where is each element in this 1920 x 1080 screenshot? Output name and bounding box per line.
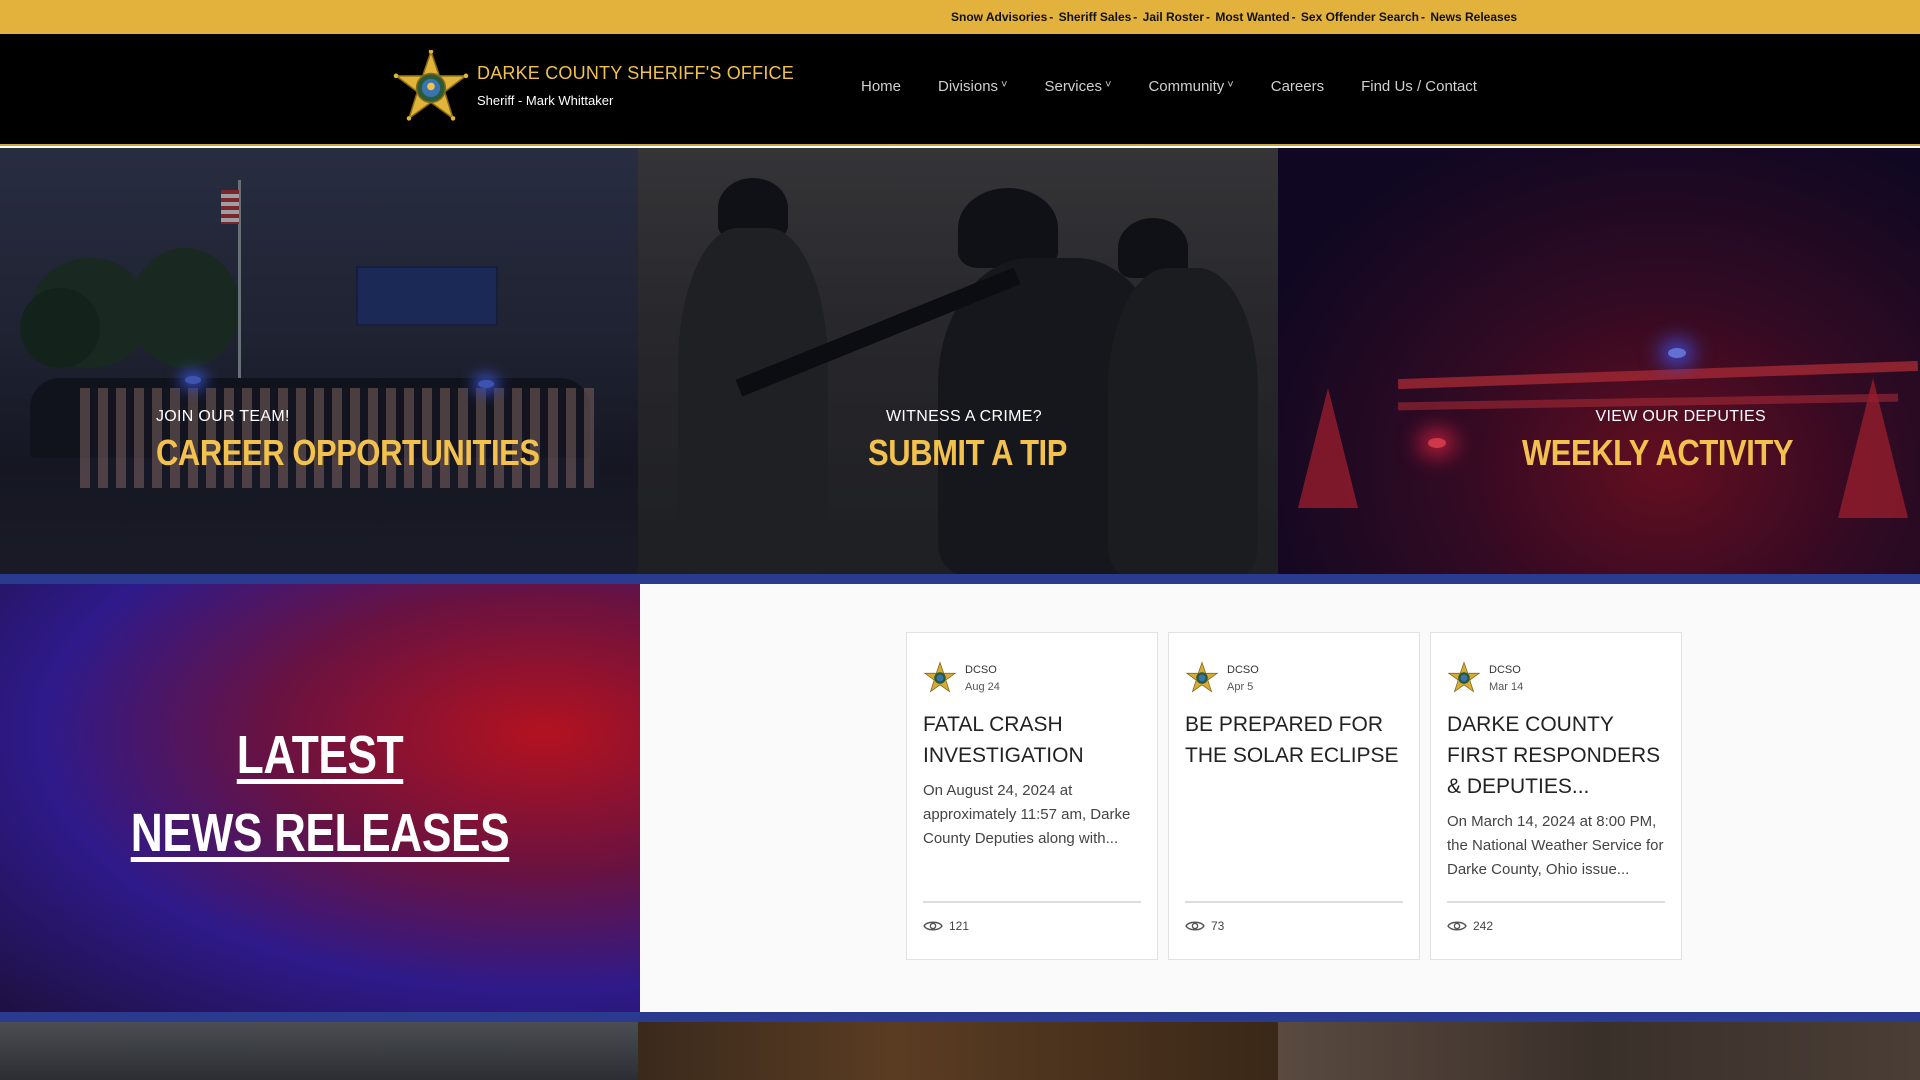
site-title[interactable]: DARKE COUNTY SHERIFF'S OFFICE [477,63,794,84]
bottom-tile-image[interactable] [1278,1022,1920,1080]
tile-weekly-activity[interactable]: VIEW OUR DEPUTIES WEEKLY ACTIVITY [1278,148,1920,574]
post-title[interactable]: DARKE COUNTY FIRST RESPONDERS & DEPUTIES… [1447,709,1669,802]
post-excerpt: On March 14, 2024 at 8:00 PM, the Nation… [1447,813,1664,878]
site-subtitle: Sheriff - Mark Whittaker [477,93,614,108]
link-sex-offender-search[interactable]: Sex Offender Search [1301,10,1419,24]
post-author[interactable]: DCSO [1489,664,1521,676]
tile-overlay [0,148,638,574]
eye-icon [1447,921,1467,931]
post-views: 121 [923,919,969,933]
post-date: Apr 5 [1227,681,1254,693]
section-divider [0,1012,1920,1022]
news-title-line2[interactable]: NEWS RELEASES [58,802,583,864]
author-avatar-icon[interactable] [1185,661,1219,695]
section-divider [0,574,1920,584]
feature-tiles: JOIN OUR TEAM! CAREER OPPORTUNITIES WITN… [0,148,1920,574]
nav-contact-label: Find Us / Contact [1361,78,1477,95]
news-card[interactable]: DCSO Apr 5 BE PREPARED FOR THE SOLAR ECL… [1168,632,1420,960]
tile-headline[interactable]: WEEKLY ACTIVITY [1522,432,1794,474]
link-jail-roster[interactable]: Jail Roster [1143,10,1204,24]
link-separator: - [1049,10,1054,24]
view-count: 121 [949,919,970,933]
tile-headline[interactable]: CAREER OPPORTUNITIES [156,432,540,474]
nav-divisions-label: Divisions [938,78,999,95]
tile-kicker: WITNESS A CRIME? [886,408,1042,425]
nav-divisions[interactable]: Divisions ˅ [938,78,1007,95]
nav-careers-label: Careers [1270,78,1325,95]
card-divider [1185,901,1403,903]
alert-bar: Snow Advisories - Sheriff Sales - Jail Ros… [0,0,1920,34]
post-excerpt: On August 24, 2024 at approximately 11:5… [923,782,1131,847]
main-nav: Home Divisions ˅ Services ˅ Community ˅ Car… [861,78,1514,95]
news-card[interactable]: DCSO Mar 14 DARKE COUNTY FIRST RESPONDER… [1430,632,1682,960]
post-title[interactable]: FATAL CRASH INVESTIGATION [923,709,1145,771]
link-separator: - [1133,10,1138,24]
bottom-tiles [0,1022,1920,1080]
card-divider [923,901,1141,903]
tile-kicker: VIEW OUR DEPUTIES [1595,408,1766,425]
tile-overlay [1278,148,1920,574]
nav-community-label: Community [1148,78,1225,95]
view-count: 73 [1211,919,1225,933]
chevron-down-icon: ˅ [1227,79,1234,91]
author-avatar-icon[interactable] [923,661,957,695]
author-avatar-icon[interactable] [1447,661,1481,695]
link-sheriff-sales[interactable]: Sheriff Sales [1059,10,1132,24]
nav-services-label: Services [1044,78,1102,95]
eye-icon [923,921,943,931]
nav-home-label: Home [861,78,902,95]
nav-services[interactable]: Services ˅ [1044,78,1111,95]
tile-headline[interactable]: SUBMIT A TIP [868,432,1067,474]
link-news-releases[interactable]: News Releases [1430,10,1517,24]
quick-links: Snow Advisories - Sheriff Sales - Jail Ros… [951,10,1517,24]
nav-home[interactable]: Home [861,78,901,95]
nav-contact[interactable]: Find Us / Contact [1361,78,1477,95]
link-separator: - [1206,10,1210,24]
bottom-tile-image[interactable] [638,1022,1278,1080]
bottom-tile-image[interactable] [0,1022,638,1080]
tile-overlay [638,148,1278,574]
link-snow-advisories[interactable]: Snow Advisories [951,10,1047,24]
site-header: DARKE COUNTY SHERIFF'S OFFICE Sheriff - … [0,34,1920,146]
link-separator: - [1420,10,1425,24]
chevron-down-icon: ˅ [1001,79,1008,91]
sheriff-star-badge-icon[interactable] [392,50,470,126]
nav-community[interactable]: Community ˅ [1148,78,1233,95]
tile-kicker: JOIN OUR TEAM! [156,408,290,425]
post-author[interactable]: DCSO [965,664,997,676]
post-date: Aug 24 [965,681,1000,693]
link-separator: - [1291,10,1296,24]
tile-career-opportunities[interactable]: JOIN OUR TEAM! CAREER OPPORTUNITIES [0,148,638,574]
nav-careers[interactable]: Careers [1271,78,1324,95]
card-divider [1447,901,1665,903]
eye-icon [1185,921,1205,931]
chevron-down-icon: ˅ [1105,79,1112,91]
tile-submit-tip[interactable]: WITNESS A CRIME? SUBMIT A TIP [638,148,1278,574]
news-title-line1[interactable]: LATEST [58,724,583,786]
news-banner[interactable]: LATEST NEWS RELEASES [0,584,640,1012]
post-views: 73 [1185,919,1224,933]
view-count: 242 [1473,919,1494,933]
post-views: 242 [1447,919,1493,933]
post-date: Mar 14 [1489,681,1524,693]
link-most-wanted[interactable]: Most Wanted [1215,10,1289,24]
post-title[interactable]: BE PREPARED FOR THE SOLAR ECLIPSE [1185,709,1407,771]
post-author[interactable]: DCSO [1227,664,1259,676]
news-card[interactable]: DCSO Aug 24 FATAL CRASH INVESTIGATION On… [906,632,1158,960]
